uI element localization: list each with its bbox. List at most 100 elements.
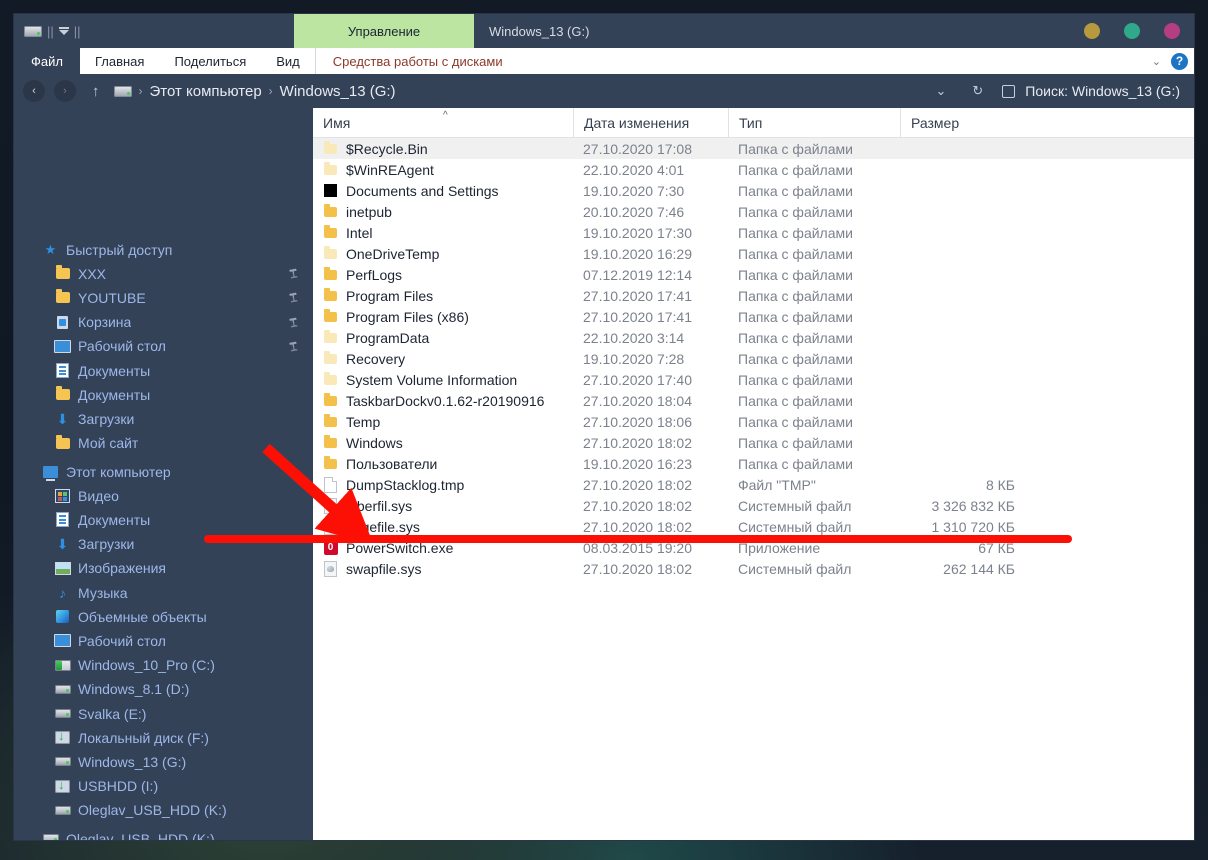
tab-home[interactable]: Главная	[80, 48, 159, 74]
sidebar-item-документы[interactable]: Документы	[54, 360, 313, 381]
sidebar-item-локальный-диск-f[interactable]: Локальный диск (F:)	[54, 727, 313, 748]
table-row[interactable]: PerfLogs 07.12.2019 12:14 Папка с файлами	[313, 264, 1194, 285]
tab-management[interactable]: Управление	[294, 14, 474, 48]
table-row[interactable]: $Recycle.Bin 27.10.2020 17:08 Папка с файл…	[313, 138, 1194, 159]
pin-icon[interactable]: 📌	[286, 266, 301, 281]
sidebar-item-windows-10-pro-c[interactable]: Windows_10_Pro (C:)	[54, 655, 313, 676]
minimize-button[interactable]	[1084, 23, 1100, 39]
up-button[interactable]: ↑	[92, 83, 100, 100]
sidebar-item-oleglav-usb-hdd-k[interactable]: Oleglav_USB_HDD (K:)	[42, 828, 313, 840]
sidebar-item-youtube[interactable]: YOUTUBE 📌	[54, 287, 313, 308]
sidebar-item-документы[interactable]: Документы	[54, 384, 313, 405]
window-controls[interactable]	[1084, 14, 1180, 48]
table-row[interactable]: Пользователи 19.10.2020 16:23 Папка с файл…	[313, 453, 1194, 474]
file-rows[interactable]: $Recycle.Bin 27.10.2020 17:08 Папка с файл…	[313, 138, 1194, 579]
chevron-down-icon[interactable]: ⌄	[922, 83, 959, 99]
breadcrumb-item-drive[interactable]: Windows_13 (G:)	[280, 83, 396, 100]
file-type-cell: Папка с файлами	[738, 245, 853, 262]
sidebar-item-изображения[interactable]: Изображения	[54, 558, 313, 579]
system-drive-icon	[54, 657, 71, 674]
sidebar-item-xxx[interactable]: XXX 📌	[54, 263, 313, 284]
table-row[interactable]: inetpub 20.10.2020 7:46 Папка с файлами	[313, 201, 1194, 222]
quick-access-toolbar[interactable]: || ||	[14, 14, 91, 48]
help-icon[interactable]: ?	[1171, 52, 1188, 70]
table-row[interactable]: Program Files 27.10.2020 17:41 Папка с фай…	[313, 285, 1194, 306]
sidebar-item-windows-13-g[interactable]: Windows_13 (G:)	[54, 751, 313, 772]
tab-disk-tools[interactable]: Средства работы с дисками	[314, 48, 520, 74]
star-icon: ★	[42, 241, 59, 258]
table-row[interactable]: DumpStacklog.tmp 27.10.2020 18:02 Файл "TM…	[313, 474, 1194, 495]
breadcrumb-separator: ›	[138, 84, 143, 98]
folder-icon	[324, 266, 337, 280]
tab-share[interactable]: Поделиться	[159, 48, 261, 74]
file-date-cell: 22.10.2020 4:01	[583, 161, 685, 178]
table-row[interactable]: OneDriveTemp 19.10.2020 16:29 Папка с файл…	[313, 243, 1194, 264]
table-row[interactable]: hiberfil.sys 27.10.2020 18:02 Системный фа…	[313, 495, 1194, 516]
breadcrumb-item-this-pc[interactable]: Этот компьютер	[150, 83, 262, 100]
ribbon-tabs: Файл Главная Поделиться Вид Средства раб…	[14, 48, 1194, 74]
sort-ascending-icon: ^	[443, 110, 448, 121]
back-button[interactable]: ‹	[23, 80, 45, 102]
sidebar-item-рабочий-стол[interactable]: Рабочий стол	[54, 630, 313, 651]
sidebar-item-музыка[interactable]: ♪ Музыка	[54, 582, 313, 603]
column-header-date[interactable]: Дата изменения	[573, 108, 728, 137]
pin-icon[interactable]: 📌	[286, 314, 301, 329]
sidebar-item-рабочий-стол[interactable]: Рабочий стол 📌	[54, 336, 313, 357]
table-row[interactable]: Documents and Settings 19.10.2020 7:30 Пап…	[313, 180, 1194, 201]
folder-icon	[54, 265, 71, 282]
pin-icon[interactable]: 📌	[286, 339, 301, 354]
file-name-cell: Program Files (x86)	[313, 308, 573, 325]
file-name: Program Files	[346, 287, 434, 304]
search-input[interactable]: Поиск: Windows_13 (G:)	[996, 74, 1194, 108]
tab-file[interactable]: Файл	[14, 48, 80, 74]
column-header-name[interactable]: Имя ^	[313, 108, 573, 137]
sidebar-item-svalka-e[interactable]: Svalka (E:)	[54, 703, 313, 724]
maximize-button[interactable]	[1124, 23, 1140, 39]
table-row[interactable]: Program Files (x86) 27.10.2020 17:41 Папка…	[313, 306, 1194, 327]
file-list-pane[interactable]: Имя ^ Дата изменения Тип Размер $Recycle…	[313, 108, 1194, 840]
chevron-down-icon[interactable]	[58, 27, 69, 35]
forward-button[interactable]: ›	[54, 80, 76, 102]
file-type-cell: Папка с файлами	[738, 308, 853, 325]
sidebar-item-windows-8-1-d[interactable]: Windows_8.1 (D:)	[54, 679, 313, 700]
documents-icon	[56, 363, 69, 378]
window-title: Windows_13 (G:)	[489, 23, 590, 39]
folder-icon-pale	[323, 371, 338, 387]
column-headers[interactable]: Имя ^ Дата изменения Тип Размер	[313, 108, 1194, 138]
column-header-type[interactable]: Тип	[728, 108, 900, 137]
chevron-down-icon[interactable]: ⌄	[1152, 55, 1161, 68]
drive-icon	[113, 85, 132, 97]
breadcrumb[interactable]: › Этот компьютер › Windows_13 (G:)	[113, 83, 396, 100]
table-row[interactable]: ProgramData 22.10.2020 3:14 Папка с файлам…	[313, 327, 1194, 348]
refresh-icon[interactable]: ↻	[959, 83, 996, 99]
sidebar-item-label: Oleglav_USB_HDD (K:)	[66, 830, 215, 841]
pin-icon[interactable]: 📌	[286, 290, 301, 305]
drive-icon[interactable]	[24, 25, 42, 37]
table-row[interactable]: pagefile.sys 27.10.2020 18:02 Системный фа…	[313, 516, 1194, 537]
file-name-cell: TaskbarDockv0.1.62-r20190916	[313, 392, 573, 409]
sidebar-group-0[interactable]: ★ Быстрый доступ	[42, 239, 313, 260]
sidebar-item-label: USBHDD (I:)	[78, 778, 159, 795]
file-name-cell: Recovery	[313, 350, 573, 367]
table-row[interactable]: swapfile.sys 27.10.2020 18:02 Системный фа…	[313, 558, 1194, 579]
drive-icon	[54, 681, 71, 698]
file-type-cell: Папка с файлами	[738, 434, 853, 451]
file-type-cell: Папка с файлами	[738, 287, 853, 304]
sidebar-item-oleglav-usb-hdd-k[interactable]: Oleglav_USB_HDD (K:)	[54, 800, 313, 821]
sidebar-item-usbhdd-i[interactable]: USBHDD (I:)	[54, 776, 313, 797]
tab-view[interactable]: Вид	[261, 48, 315, 74]
table-row[interactable]: Temp 27.10.2020 18:06 Папка с файлами	[313, 411, 1194, 432]
sidebar-item-объемные-объекты[interactable]: Объемные объекты	[54, 606, 313, 627]
sidebar-item-загрузки[interactable]: ⬇ Загрузки	[54, 408, 313, 429]
file-date-cell: 22.10.2020 3:14	[583, 329, 685, 346]
column-header-size[interactable]: Размер	[900, 108, 1027, 137]
table-row[interactable]: System Volume Information 27.10.2020 17:4…	[313, 369, 1194, 390]
close-button[interactable]	[1164, 23, 1180, 39]
sidebar-item-корзина[interactable]: Корзина 📌	[54, 312, 313, 333]
table-row[interactable]: TaskbarDockv0.1.62-r20190916 27.10.2020 1…	[313, 390, 1194, 411]
table-row[interactable]: Intel 19.10.2020 17:30 Папка с файлами	[313, 222, 1194, 243]
table-row[interactable]: Recovery 19.10.2020 7:28 Папка с файлами	[313, 348, 1194, 369]
table-row[interactable]: Windows 27.10.2020 18:02 Папка с файлами	[313, 432, 1194, 453]
table-row[interactable]: $WinREAgent 22.10.2020 4:01 Папка с файлам…	[313, 159, 1194, 180]
file-name-cell: $Recycle.Bin	[313, 140, 573, 157]
